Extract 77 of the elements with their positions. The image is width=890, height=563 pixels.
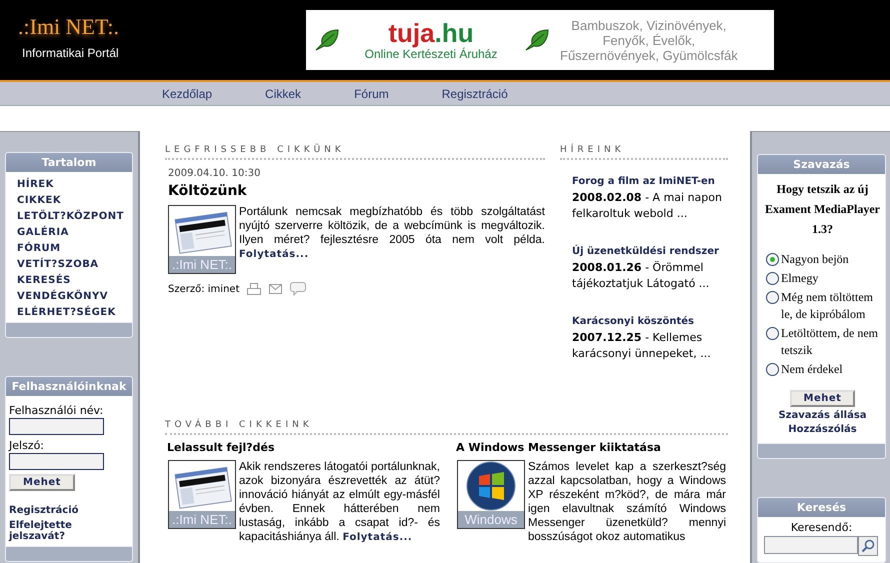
menu-link[interactable]: GALÉRIA: [17, 227, 69, 238]
nav-link[interactable]: Kezdőlap: [162, 86, 212, 100]
radio-button[interactable]: [766, 272, 779, 285]
site-subtitle: Informatikai Portál: [22, 46, 120, 60]
news-title[interactable]: Új üzenetküldési rendszer: [572, 246, 728, 258]
field-label: Keresendő:: [790, 521, 854, 534]
password-field[interactable]: [9, 453, 104, 470]
article-text: Akik rendszeres látogatói portálunknak, azok bizonyára észrevették az átüt? innováció hiányát az elmúlt egy-másfél évben. Ennek hátterében nem lustaság, inkább a csapat id?- és kapacitáshiánya áll. Folytatás...: [239, 460, 440, 544]
vote-button[interactable]: Mehet: [790, 390, 856, 407]
menu-link[interactable]: ELÉRHET?SÉGEK: [17, 307, 116, 318]
read-more-link[interactable]: Folytatás...: [342, 532, 412, 543]
field-label: Jelszó:: [9, 439, 46, 452]
account-link[interactable]: Regisztráció: [9, 505, 129, 516]
article-text: Számos levelet kap a szerkeszt?ség azzal kapcsolatban, hogy a Windows XP részeként m?köd?, de mára már igen elavultnak számító Windows Messenger üzenetküld? mennyi bosszúságot okoz automatikus: [528, 460, 726, 544]
field-label: Felhasználói név:: [9, 404, 104, 417]
search-field[interactable]: [764, 536, 858, 554]
news-item: Karácsonyi köszöntés 2007.12.25 - Kellemes karácsonyi ünnepeket, ...: [572, 316, 728, 362]
poll-link[interactable]: Szavazás állása: [778, 410, 867, 421]
advert-text: Bambuszok, Vizinövények,: [570, 18, 728, 32]
read-more-link[interactable]: Folytatás...: [239, 249, 309, 260]
radio-button[interactable]: [766, 253, 779, 266]
search-button[interactable]: [858, 536, 878, 556]
menu-link[interactable]: KERESÉS: [17, 275, 71, 286]
section-heading: HÍREINK: [560, 145, 728, 160]
article-title[interactable]: A Windows Messenger kiiktatása: [456, 441, 726, 454]
news-title[interactable]: Karácsonyi köszöntés: [572, 316, 728, 328]
menu-link[interactable]: CIKKEK: [17, 195, 62, 206]
section-heading: LEGFRISSEBB CIKKÜNK: [165, 145, 545, 160]
article-title[interactable]: Lelassult fejl?dés: [167, 441, 440, 454]
radio-button[interactable]: [766, 327, 779, 340]
news-title[interactable]: Forog a film az ImiNET-en: [572, 176, 728, 188]
menu-link[interactable]: LETÖLT?KÖZPONT: [17, 211, 124, 222]
section-heading: TOVÁBBI CIKKEINK: [165, 420, 728, 435]
nav-link[interactable]: Cikkek: [265, 86, 302, 100]
menu-link[interactable]: FÓRUM: [17, 243, 61, 254]
menu-link[interactable]: VENDÉGKÖNYV: [17, 291, 108, 302]
option-label: Elmegy: [781, 270, 818, 287]
windows-logo-icon: [465, 461, 517, 512]
username-field[interactable]: [9, 418, 104, 435]
radio-button[interactable]: [766, 291, 779, 304]
box-title: Felhasználóinknak: [6, 377, 132, 396]
thumbnail-caption: .:Imi NET:.: [169, 511, 235, 528]
poll-question: Hogy tetszik az új Exament MediaPlayer 1.3?: [764, 181, 881, 238]
brand-name: tuja.hu: [387, 19, 474, 47]
advert-text: Fűszernövények, Gyümölcsfák: [560, 48, 738, 62]
poll-link[interactable]: Hozzászólás: [788, 424, 857, 435]
thumbnail-caption: Windows: [458, 511, 524, 528]
article-author: Szerző: iminet: [168, 284, 240, 294]
article-title[interactable]: Költözünk: [168, 183, 545, 199]
radio-button[interactable]: [766, 363, 779, 376]
search-icon: [861, 539, 875, 553]
option-label: Nem érdekel: [781, 361, 843, 378]
article-date: 2009.04.10. 10:30: [168, 168, 262, 179]
advert-banner[interactable]: tuja.hu Online Kertészeti Áruház Bambuszok, Vizinövények, Fenyők, Évelők, Fűszernövények, Gyümölcsfák: [306, 10, 774, 70]
menu-link[interactable]: VETÍT?SZOBA: [17, 259, 99, 270]
printer-icon[interactable]: [247, 283, 262, 295]
box-title: Keresés: [758, 498, 885, 517]
account-link[interactable]: Elfelejtette jelszavát?: [9, 520, 129, 542]
news-item: Forog a film az ImiNET-en 2008.02.08 - A mai napon felkaroltuk webold ...: [572, 176, 728, 222]
option-label: Nagyon bejön: [781, 251, 849, 268]
advert-text: Fenyők, Évelők,: [602, 32, 696, 48]
article-text: Portálunk nemcsak megbízhatóbb és több szolgáltatást nyújtó szerverre költözik, de a webcímünk is megváltozik. Ilyen méret? fejlesztésre 2005 óta nem volt példa. Folytatás...: [239, 205, 545, 261]
envelope-icon[interactable]: [269, 284, 282, 294]
login-button[interactable]: Mehet: [9, 474, 75, 491]
leaf-icon: [524, 28, 550, 52]
site-logo[interactable]: .:Imi NET:.: [18, 14, 306, 40]
leaf-icon: [314, 28, 340, 52]
brand-tagline: Online Kertészeti Áruház: [364, 47, 498, 61]
news-item: Új üzenetküldési rendszer 2008.01.26 - Örömmel tájékoztatjuk Látogató ...: [572, 246, 728, 292]
box-title: Szavazás: [758, 155, 885, 174]
nav-link[interactable]: Fórum: [354, 86, 389, 100]
box-title: Tartalom: [6, 153, 132, 172]
menu-link[interactable]: HÍREK: [17, 179, 54, 190]
nav-link[interactable]: Regisztráció: [442, 86, 508, 100]
option-label: Még nem töltöttem le, de kipróbálom: [781, 289, 874, 323]
thumbnail-caption: .:Imi NET:.: [169, 256, 235, 273]
option-label: Letöltöttem, de nem tetszik: [781, 325, 879, 359]
